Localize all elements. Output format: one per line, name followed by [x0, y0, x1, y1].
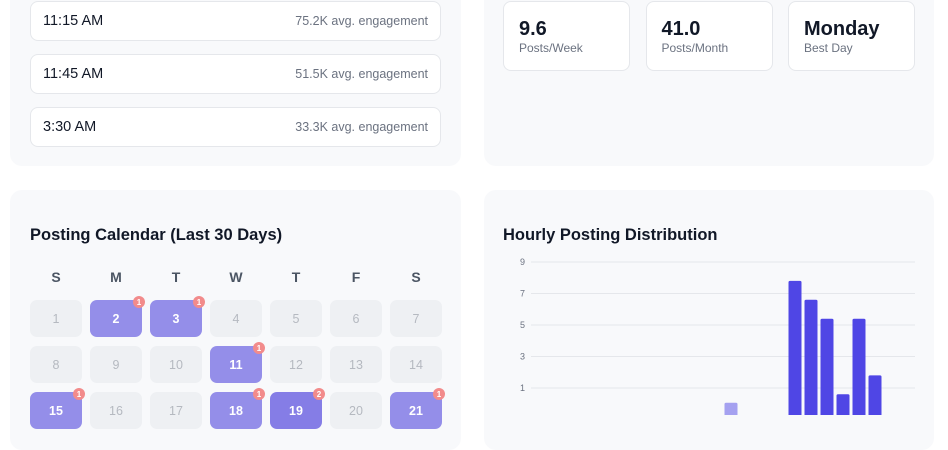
bar-hour-18[interactable]: [820, 318, 834, 415]
y-tick-label: 9: [520, 257, 525, 267]
y-tick-label: 3: [520, 352, 525, 362]
bar-hour-17[interactable]: [804, 299, 818, 415]
bar-hour-16[interactable]: [788, 280, 802, 415]
y-tick-label: 1: [520, 383, 525, 393]
bar-hour-12[interactable]: [724, 402, 738, 415]
y-tick-label: 5: [520, 320, 525, 330]
bar-hour-20[interactable]: [852, 318, 866, 415]
bar-hour-19[interactable]: [836, 394, 850, 415]
hourly-bar-chart: -113579: [517, 257, 915, 415]
y-tick-label: 7: [520, 289, 525, 299]
bar-hour-21[interactable]: [868, 375, 882, 415]
